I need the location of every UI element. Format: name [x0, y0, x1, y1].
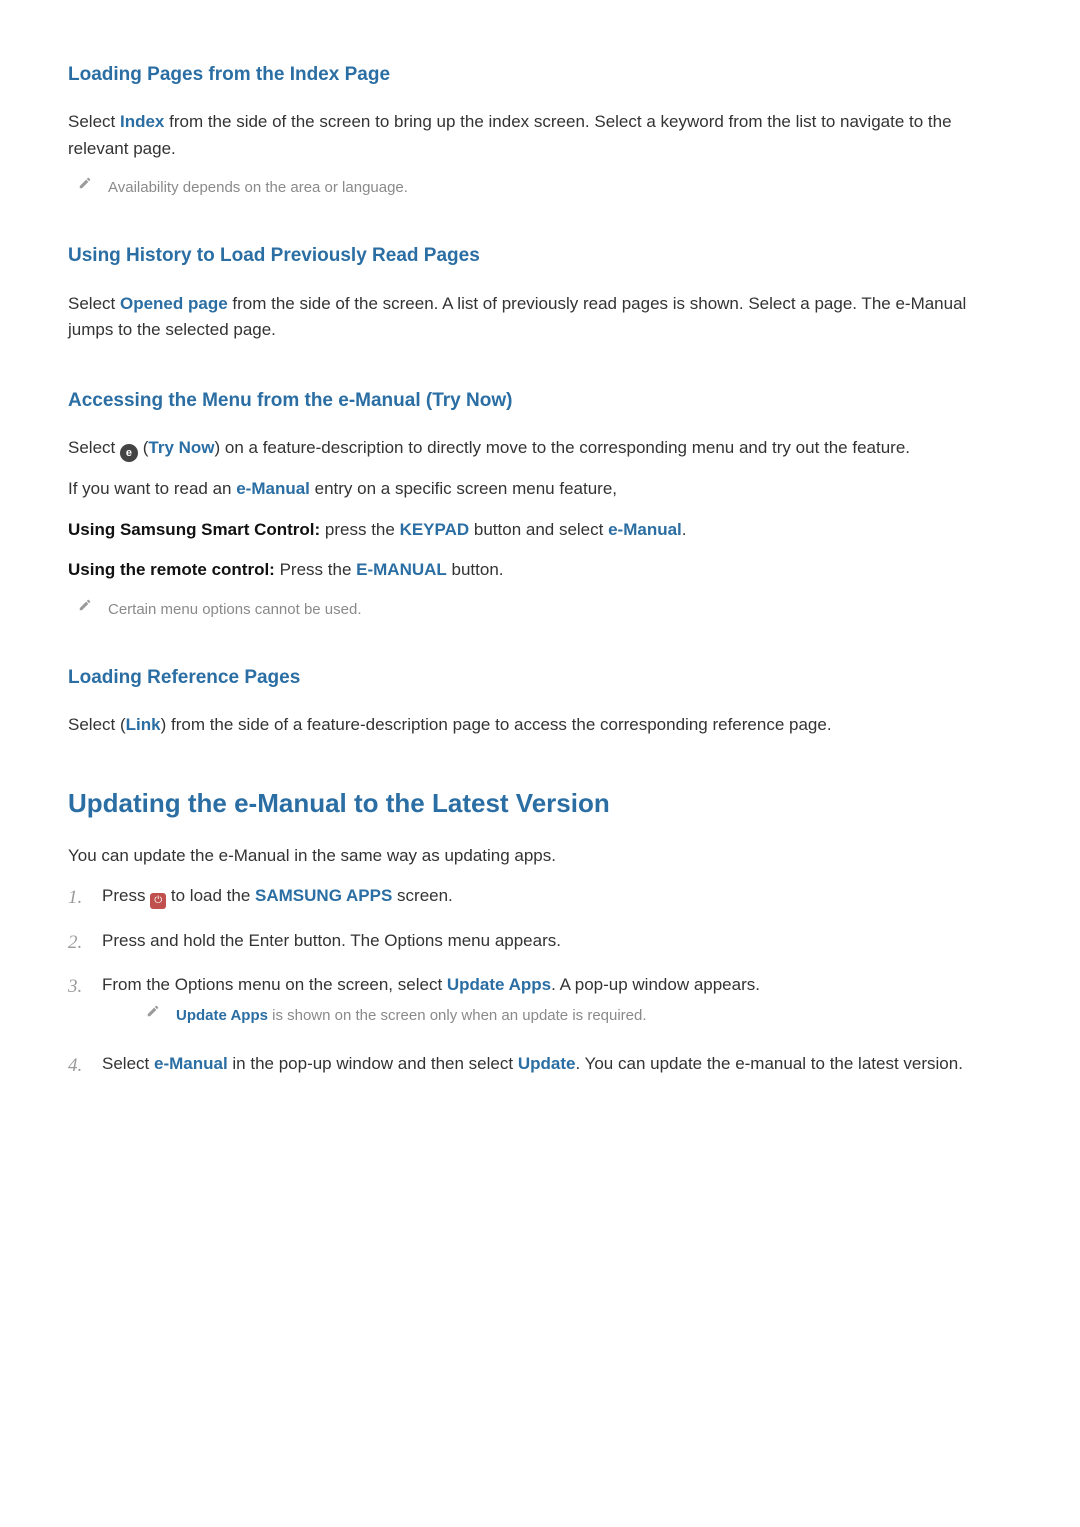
- heading-history: Using History to Load Previously Read Pa…: [68, 241, 1012, 270]
- section-trynow: Accessing the Menu from the e-Manual (Tr…: [68, 386, 1012, 621]
- text: If you want to read an: [68, 479, 236, 498]
- trynow-icon: e: [120, 444, 138, 462]
- hl-index: Index: [120, 112, 164, 131]
- note-text: Certain menu options cannot be used.: [108, 598, 362, 621]
- section-history: Using History to Load Previously Read Pa…: [68, 241, 1012, 343]
- paragraph: Using Samsung Smart Control: press the K…: [68, 517, 1012, 543]
- hl-update: Update: [518, 1054, 576, 1073]
- heading-index: Loading Pages from the Index Page: [68, 60, 1012, 89]
- hl-trynow: Try Now: [148, 438, 214, 457]
- note: Availability depends on the area or lang…: [76, 176, 1012, 199]
- heading-reference: Loading Reference Pages: [68, 663, 1012, 692]
- step-1: Press ⏻ to load the SAMSUNG APPS screen.: [68, 883, 1012, 921]
- bold-text: Using Samsung Smart Control:: [68, 520, 320, 539]
- text: press the: [320, 520, 399, 539]
- step-3: From the Options menu on the screen, sel…: [68, 972, 1012, 1046]
- note-text: Update Apps is shown on the screen only …: [176, 1004, 647, 1027]
- hl-samsung-apps: SAMSUNG APPS: [255, 886, 392, 905]
- paragraph: Select e (Try Now) on a feature-descript…: [68, 435, 1012, 463]
- paragraph: You can update the e-Manual in the same …: [68, 843, 1012, 869]
- section-reference: Loading Reference Pages Select (Link) fr…: [68, 663, 1012, 739]
- text: from the side of the screen to bring up …: [68, 112, 952, 157]
- note: Update Apps is shown on the screen only …: [144, 1004, 1012, 1027]
- text: screen.: [392, 886, 452, 905]
- paragraph: Select Index from the side of the screen…: [68, 109, 1012, 162]
- hl-emanual3: e-Manual: [154, 1054, 228, 1073]
- text: Select: [68, 438, 120, 457]
- hl-link: Link: [126, 715, 161, 734]
- paragraph: If you want to read an e-Manual entry on…: [68, 476, 1012, 502]
- text: in the pop-up window and then select: [228, 1054, 518, 1073]
- heading-update: Updating the e-Manual to the Latest Vers…: [68, 783, 1012, 823]
- text: From the Options menu on the screen, sel…: [102, 975, 447, 994]
- text: .: [682, 520, 687, 539]
- text: Press: [102, 886, 150, 905]
- text: Press and hold the Enter button. The Opt…: [102, 931, 561, 950]
- hl-update-apps: Update Apps: [447, 975, 551, 994]
- step-2: Press and hold the Enter button. The Opt…: [68, 928, 1012, 966]
- hl-emanual2: e-Manual: [608, 520, 682, 539]
- pencil-icon: [76, 598, 94, 612]
- section-index: Loading Pages from the Index Page Select…: [68, 60, 1012, 199]
- note: Certain menu options cannot be used.: [76, 598, 1012, 621]
- text: . A pop-up window appears.: [551, 975, 760, 994]
- smarthub-icon: ⏻: [150, 893, 166, 909]
- note-text: Availability depends on the area or lang…: [108, 176, 408, 199]
- steps-list: Press ⏻ to load the SAMSUNG APPS screen.…: [68, 883, 1012, 1090]
- hl-opened-page: Opened page: [120, 294, 228, 313]
- paragraph: Select Opened page from the side of the …: [68, 291, 1012, 344]
- text: button.: [447, 560, 504, 579]
- text: Select: [68, 112, 120, 131]
- text: button and select: [469, 520, 608, 539]
- step-4: Select e-Manual in the pop-up window and…: [68, 1051, 1012, 1089]
- text: entry on a specific screen menu feature,: [310, 479, 617, 498]
- paragraph: Using the remote control: Press the E-MA…: [68, 557, 1012, 583]
- text: Select: [102, 1054, 154, 1073]
- text: to load the: [166, 886, 255, 905]
- hl-update-apps2: Update Apps: [176, 1007, 268, 1024]
- text: ) on a feature-description to directly m…: [215, 438, 911, 457]
- heading-trynow: Accessing the Menu from the e-Manual (Tr…: [68, 386, 1012, 415]
- text: Select: [68, 294, 120, 313]
- hl-emanual-button: E-MANUAL: [356, 560, 447, 579]
- bold-text: Using the remote control:: [68, 560, 275, 579]
- text: is shown on the screen only when an upda…: [268, 1007, 647, 1024]
- pencil-icon: [76, 176, 94, 190]
- pencil-icon: [144, 1004, 162, 1018]
- text: . You can update the e-manual to the lat…: [575, 1054, 963, 1073]
- text: Press the: [275, 560, 356, 579]
- text: ) from the side of a feature-description…: [161, 715, 832, 734]
- document-page: Loading Pages from the Index Page Select…: [0, 0, 1080, 1527]
- hl-keypad: KEYPAD: [400, 520, 470, 539]
- paragraph: Select (Link) from the side of a feature…: [68, 712, 1012, 738]
- text: Select (: [68, 715, 126, 734]
- hl-emanual: e-Manual: [236, 479, 310, 498]
